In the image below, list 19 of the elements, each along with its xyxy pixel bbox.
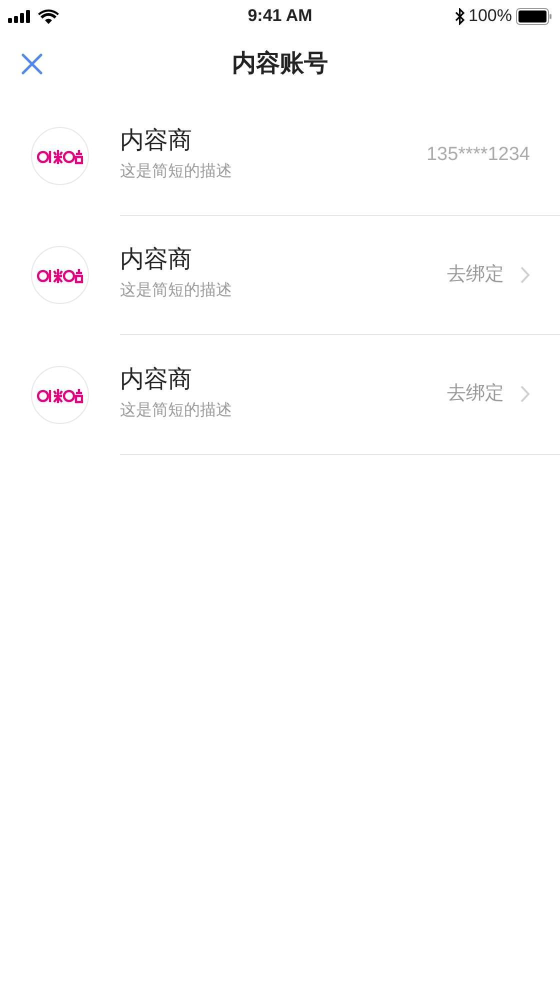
account-description: 这是简短的描述: [120, 280, 232, 302]
page-title: 内容账号: [232, 49, 328, 79]
bind-link[interactable]: 去绑定: [447, 260, 504, 289]
bind-link[interactable]: 去绑定: [447, 380, 504, 408]
account-name: 内容商: [120, 126, 193, 156]
close-button[interactable]: [20, 52, 44, 76]
phone-number: 135****1234: [426, 143, 530, 167]
logo-icon: [37, 266, 83, 284]
account-description: 这是简短的描述: [120, 400, 232, 421]
account-name: 内容商: [120, 246, 193, 276]
bluetooth-icon: [454, 8, 465, 24]
chevron-right-icon: [520, 266, 530, 284]
wifi-icon: [38, 8, 59, 24]
account-name: 内容商: [120, 366, 193, 395]
chevron-right-icon: [520, 385, 530, 404]
status-time: 9:41 AM: [248, 5, 312, 28]
battery-percent: 100%: [468, 5, 512, 28]
battery-icon: [516, 8, 552, 24]
account-description: 这是简短的描述: [120, 162, 232, 182]
